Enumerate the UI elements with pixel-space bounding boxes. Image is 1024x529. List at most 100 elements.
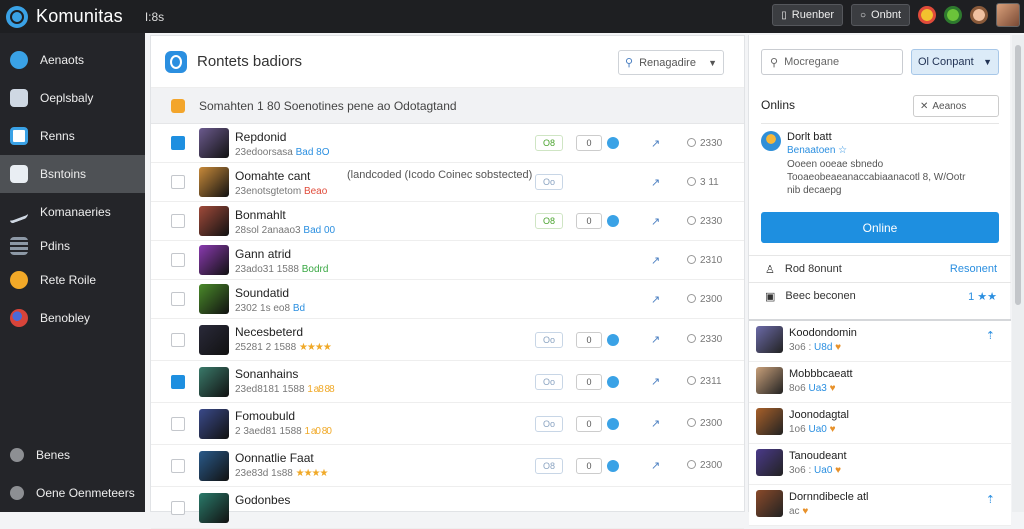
row-title: Sonanhains (235, 367, 299, 381)
row-checkbox[interactable] (171, 458, 185, 473)
leaf-icon[interactable] (944, 6, 962, 24)
top-button-1[interactable]: ▯ Ruenber (772, 4, 843, 26)
clock-icon (687, 376, 696, 385)
search-input[interactable]: ⚲ Mocregane (761, 49, 903, 75)
main-header: Rontets badiors ⚲ Renagadire ▼ (151, 36, 744, 88)
row-checkbox[interactable] (171, 292, 185, 306)
clock-icon (687, 137, 696, 147)
status-pill[interactable]: Oo (535, 174, 563, 190)
reaction-icon (607, 417, 619, 430)
profile-icon[interactable] (970, 6, 988, 24)
row-time: 2330 (687, 215, 722, 227)
table-row[interactable]: Godonbes (151, 487, 744, 529)
row-checkbox[interactable] (171, 332, 185, 347)
sidebar-item-3[interactable]: Renns (0, 117, 145, 155)
profile-name: Dorlt batt (787, 131, 832, 143)
section-button[interactable]: ✕ Aeanos (913, 95, 999, 117)
avatar[interactable] (996, 3, 1020, 27)
row-meta: 2302 1s eo8 Bd (235, 303, 306, 314)
top-tab[interactable]: I:8s (145, 10, 164, 24)
sidebar-item-7[interactable]: Rete Roile (0, 261, 145, 299)
top-button-2[interactable]: ○ Onbnt (850, 4, 910, 26)
heart-icon: ♥ (835, 465, 842, 476)
book-icon (10, 89, 28, 107)
scrollbar-thumb[interactable] (1015, 45, 1021, 305)
status-pill[interactable]: Oo (535, 331, 563, 348)
row-meta: 23ed8181 1588 1 a8 88 (235, 384, 335, 395)
sidebar-item-6[interactable]: Pdins (0, 231, 145, 261)
trend-icon: ↗ (651, 418, 661, 430)
friend-item[interactable]: Mobbbcaeatt 8o6 Ua3 ♥ (749, 362, 1011, 403)
friend-item[interactable]: Tanoudeant 3o6 : Ua0 ♥ (749, 444, 1011, 485)
row-meta: 23edoorsasa Bad 8O (235, 147, 330, 158)
table-row[interactable]: Sonanhains 23ed8181 1588 1 a8 88 Oo 0 ↗ 2311 (151, 361, 744, 403)
trend-icon: ↗ (651, 293, 661, 306)
status-pill[interactable]: Oo (535, 415, 563, 432)
section-title: Onlins (761, 98, 796, 112)
sidebar-item-2[interactable]: Oeplsbaly (0, 79, 145, 117)
pin-icon[interactable]: ⇡ (986, 329, 995, 342)
count-box[interactable]: 0 (576, 457, 602, 474)
table-row[interactable]: Gann atrid 23ado31 1588 Bodrd ↗ 2310 (151, 241, 744, 280)
row-checkbox[interactable] (171, 175, 185, 189)
count-box[interactable]: 0 (576, 415, 602, 432)
friend-avatar (756, 408, 783, 435)
reaction-icon (607, 459, 619, 472)
row-time: 2330 (687, 334, 722, 345)
info-row-2[interactable]: ▣ Beec beconen 1 ★★ (749, 282, 1011, 309)
table-row[interactable]: Oonnatlie Faat 23e83d 1s88 ★★★★ O8 0 ↗ 2300 (151, 445, 744, 487)
table-row[interactable]: Repdonid 23edoorsasa Bad 8O O8 0 ↗ 2330 (151, 124, 744, 163)
game-thumbnail (199, 450, 229, 481)
table-row[interactable]: Necesbeterd 25281 2 1588 ★★★★ Oo 0 ↗ 2330 (151, 319, 744, 361)
profile-subtitle: Benaatoen ☆ (787, 145, 848, 156)
friend-meta: 3o6 : Ua0 ♥ (789, 465, 842, 476)
sidebar-item-8[interactable]: Benobley (0, 299, 145, 337)
row-checkbox[interactable] (171, 374, 185, 389)
filter-dropdown[interactable]: ⚲ Renagadire ▼ (618, 50, 724, 75)
row-checkbox[interactable] (171, 500, 185, 515)
count-box[interactable]: 0 (576, 373, 602, 390)
clock-icon (687, 293, 696, 303)
friend-item[interactable]: Koodondomin 3o6 : U8d ♥ ⇡ (749, 321, 1011, 362)
heart-icon: ♥ (829, 424, 836, 435)
company-dropdown[interactable]: Ol Conpant ▼ (911, 49, 999, 75)
friend-item[interactable]: Dornndibecle atl ac ♥ ⇡ (749, 485, 1011, 526)
game-thumbnail (199, 167, 229, 197)
row-checkbox[interactable] (171, 136, 185, 150)
friend-avatar (756, 449, 783, 476)
sidebar-item-1[interactable]: Aenaots (0, 41, 145, 79)
friend-name: Joonodagtal (789, 409, 849, 421)
sidebar-item-5[interactable]: Komanaeries (0, 193, 145, 231)
friend-name: Koodondomin (789, 327, 857, 339)
row-checkbox[interactable] (171, 253, 185, 267)
row-time: 2310 (687, 254, 722, 266)
pin-icon[interactable]: ⇡ (986, 493, 995, 506)
status-pill[interactable]: O8 (535, 135, 563, 151)
row-checkbox[interactable] (171, 214, 185, 228)
online-button[interactable]: Online (761, 212, 999, 243)
sidebar-item-bottom-2[interactable]: Oene Oenmeteers (0, 474, 145, 512)
sidebar-item-bottom-1[interactable]: Benes (0, 436, 145, 474)
game-thumbnail (199, 492, 229, 523)
table-row[interactable]: Bonmahlt 28sol 2anaao3 Bad 00 O8 0 ↗ 2330 (151, 202, 744, 241)
status-pill[interactable]: O8 (535, 457, 563, 474)
table-row[interactable]: Fomoubuld 2 3aed81 1588 1 a0 80 Oo 0 ↗ 2300 (151, 403, 744, 445)
status-pill[interactable]: O8 (535, 213, 563, 229)
status-pill[interactable]: Oo (535, 373, 563, 390)
row-time: 2300 (687, 418, 722, 429)
row-meta: 28sol 2anaao3 Bad 00 (235, 225, 336, 236)
info-row-1[interactable]: ♙ Rod 8onunt Resonent (749, 255, 1011, 282)
count-box[interactable]: 0 (576, 135, 602, 151)
sidebar-item-4[interactable]: Bsntoins (0, 155, 145, 193)
row-checkbox[interactable] (171, 416, 185, 431)
row-title: Godonbes (235, 493, 291, 507)
count-box[interactable]: 0 (576, 213, 602, 229)
row-title: Necesbeterd (235, 325, 304, 339)
friend-item[interactable]: Joonodagtal 1o6 Ua0 ♥ (749, 403, 1011, 444)
table-row[interactable]: Oomahte cant 23enotsgtetom Beao (landcoded… (151, 163, 744, 202)
scrollbar[interactable] (1012, 35, 1024, 512)
count-box[interactable]: 0 (576, 331, 602, 348)
table-row[interactable]: Soundatid 2302 1s eo8 Bd ↗ 2300 (151, 280, 744, 319)
ball-icon (10, 309, 28, 327)
game-icon[interactable] (918, 6, 936, 24)
